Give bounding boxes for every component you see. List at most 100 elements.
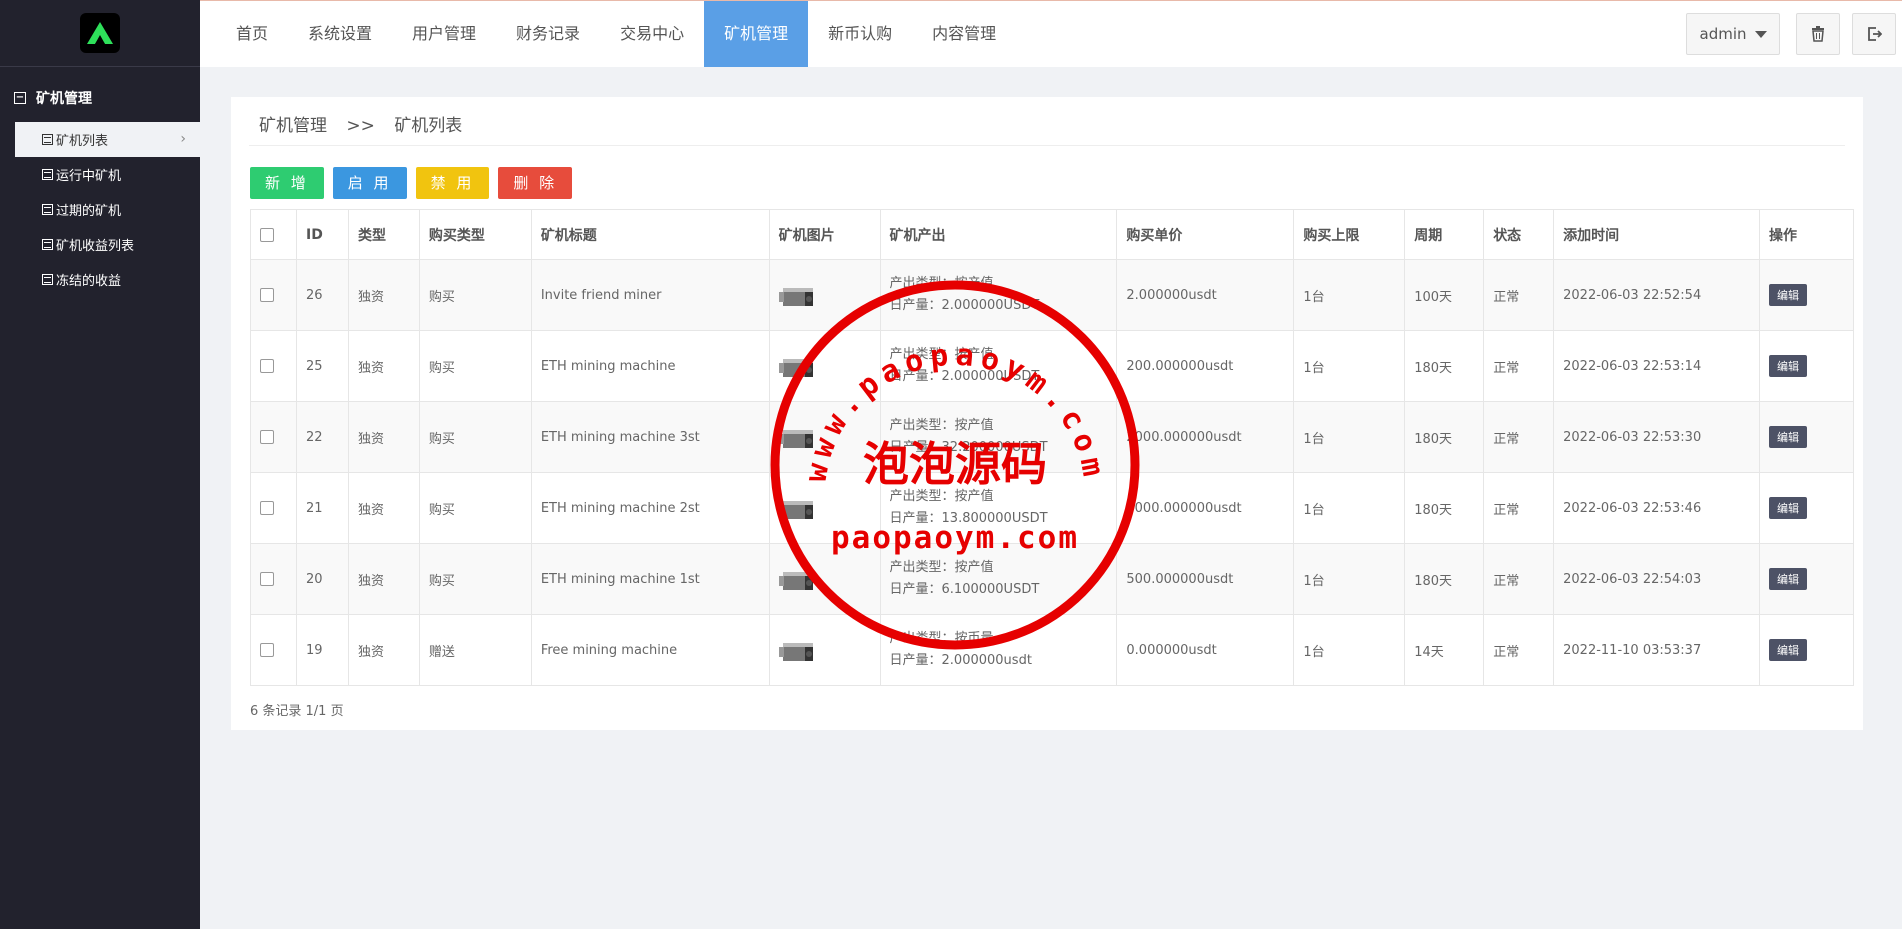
miner-thumbnail[interactable] xyxy=(778,353,815,379)
cell-title: Invite friend miner xyxy=(530,259,770,331)
sidebar-item-expired-miners[interactable]: 过期的矿机 xyxy=(0,192,200,227)
edit-button[interactable]: 编辑 xyxy=(1768,639,1807,661)
cell-status: 正常 xyxy=(1483,330,1555,402)
sidebar-item-frozen-earnings[interactable]: 冻结的收益 xyxy=(0,262,200,297)
cell-period: 100天 xyxy=(1404,259,1485,331)
row-checkbox[interactable] xyxy=(260,430,274,444)
output-type: 产出类型：按产值 xyxy=(889,418,994,433)
top-nav: 首页 系统设置 用户管理 财务记录 交易中心 矿机管理 新币认购 内容管理 xyxy=(200,1,1902,67)
cell-time: 2022-06-03 22:54:03 xyxy=(1553,543,1760,615)
cell-period: 180天 xyxy=(1404,401,1485,473)
cell-time: 2022-06-03 22:52:54 xyxy=(1553,259,1760,331)
cell-price: 1000.000000usdt xyxy=(1116,472,1295,544)
row-select-cell xyxy=(250,472,297,544)
cell-title: Free mining machine xyxy=(530,614,770,686)
cell-period: 180天 xyxy=(1404,330,1485,402)
sidebar-item-label: 过期的矿机 xyxy=(56,204,122,219)
clear-cache-button[interactable] xyxy=(1796,13,1840,55)
caret-down-icon xyxy=(1754,30,1767,38)
cell-price: 2000.000000usdt xyxy=(1116,401,1295,473)
nav-item-new-coin-subscription[interactable]: 新币认购 xyxy=(808,1,912,67)
app-logo[interactable] xyxy=(80,13,120,53)
cell-buy-type: 赠送 xyxy=(418,614,532,686)
sidebar-group-miner-management[interactable]: − 矿机管理 xyxy=(0,82,200,114)
sidebar-item-label: 矿机收益列表 xyxy=(56,239,135,254)
row-checkbox[interactable] xyxy=(260,572,274,586)
column-header: 矿机图片 xyxy=(768,209,881,260)
cell-action: 编辑 xyxy=(1758,472,1855,544)
miner-thumbnail[interactable] xyxy=(778,637,815,663)
list-icon xyxy=(42,204,53,215)
sidebar-item-miner-list[interactable]: 矿机列表 › xyxy=(15,122,200,157)
cell-image xyxy=(768,614,881,686)
column-header: 矿机产出 xyxy=(879,209,1118,260)
nav-item-system-settings[interactable]: 系统设置 xyxy=(288,1,392,67)
edit-button[interactable]: 编辑 xyxy=(1768,568,1807,590)
miner-thumbnail[interactable] xyxy=(778,495,815,521)
chevron-right-icon: › xyxy=(180,131,186,147)
sidebar-item-running-miners[interactable]: 运行中矿机 xyxy=(0,157,200,192)
miner-thumbnail[interactable] xyxy=(778,424,815,450)
column-header[interactable]: ID xyxy=(295,209,349,260)
enable-button[interactable]: 启 用 xyxy=(332,167,407,199)
top-navbar: 首页 系统设置 用户管理 财务记录 交易中心 矿机管理 新币认购 内容管理 ad… xyxy=(200,0,1902,67)
column-header: 类型 xyxy=(347,209,420,260)
column-header: 购买上限 xyxy=(1293,209,1406,260)
cell-title: ETH mining machine 2st xyxy=(530,472,770,544)
row-checkbox[interactable] xyxy=(260,501,274,515)
nav-item-content-management[interactable]: 内容管理 xyxy=(912,1,1016,67)
cell-action: 编辑 xyxy=(1758,401,1855,473)
nav-item-home[interactable]: 首页 xyxy=(216,1,288,67)
row-checkbox[interactable] xyxy=(260,643,274,657)
cell-limit: 1台 xyxy=(1293,472,1406,544)
output-type: 产出类型：按产值 xyxy=(889,276,994,291)
row-checkbox[interactable] xyxy=(260,359,274,373)
edit-button[interactable]: 编辑 xyxy=(1768,355,1807,377)
user-menu-button[interactable]: admin xyxy=(1686,13,1780,55)
daily-output: 日产量：6.100000USDT xyxy=(889,582,1040,597)
cell-status: 正常 xyxy=(1483,401,1555,473)
logout-button[interactable] xyxy=(1852,13,1896,55)
nav-item-finance-records[interactable]: 财务记录 xyxy=(496,1,600,67)
username: admin xyxy=(1699,25,1747,43)
row-checkbox[interactable] xyxy=(260,288,274,302)
breadcrumb-page: 矿机列表 xyxy=(394,116,463,136)
cell-image xyxy=(768,401,881,473)
add-button[interactable]: 新 增 xyxy=(250,167,324,199)
cell-time: 2022-06-03 22:53:30 xyxy=(1553,401,1760,473)
cell-id: 25 xyxy=(295,330,349,402)
daily-output: 日产量：2.000000usdt xyxy=(889,653,1032,668)
nav-item-miner-management[interactable]: 矿机管理 xyxy=(704,1,809,67)
pagination-info: 6 条记录 1/1 页 xyxy=(250,704,344,719)
miner-thumbnail[interactable] xyxy=(778,566,815,592)
cell-title: ETH mining machine 3st xyxy=(530,401,770,473)
daily-output: 日产量：2.000000USDT xyxy=(889,298,1040,313)
cell-type: 独资 xyxy=(347,330,420,402)
cell-limit: 1台 xyxy=(1293,543,1406,615)
nav-item-trading-center[interactable]: 交易中心 xyxy=(600,1,704,67)
delete-button[interactable]: 删 除 xyxy=(498,167,573,199)
column-header: 矿机标题 xyxy=(530,209,770,260)
breadcrumb-section[interactable]: 矿机管理 xyxy=(259,116,327,136)
select-all-checkbox[interactable] xyxy=(260,227,274,242)
edit-button[interactable]: 编辑 xyxy=(1768,426,1807,448)
edit-button[interactable]: 编辑 xyxy=(1768,284,1807,306)
edit-button[interactable]: 编辑 xyxy=(1768,497,1807,519)
cell-output: 产出类型：按币量 日产量：2.000000usdt xyxy=(879,614,1118,686)
sidebar-item-miner-earnings[interactable]: 矿机收益列表 xyxy=(0,227,200,262)
nav-item-user-management[interactable]: 用户管理 xyxy=(392,1,496,67)
cell-status: 正常 xyxy=(1483,259,1555,331)
sidebar: − 矿机管理 矿机列表 › 运行中矿机 过期的矿机 矿机收益列表 冻结的收益 xyxy=(0,0,200,929)
content-panel: 矿机管理 >> 矿机列表 新 增 启 用 禁 用 删 除 ID 类型 购买类型 … xyxy=(231,97,1863,730)
miner-thumbnail[interactable] xyxy=(778,282,815,308)
cell-image xyxy=(768,543,881,615)
cell-time: 2022-11-10 03:53:37 xyxy=(1553,614,1760,686)
column-header: 操作 xyxy=(1758,209,1855,260)
cell-price: 0.000000usdt xyxy=(1116,614,1295,686)
cell-limit: 1台 xyxy=(1293,330,1406,402)
daily-output: 日产量：32.200000USDT xyxy=(889,440,1048,455)
cell-limit: 1台 xyxy=(1293,259,1406,331)
cell-image xyxy=(768,259,881,331)
cell-period: 180天 xyxy=(1404,543,1485,615)
disable-button[interactable]: 禁 用 xyxy=(415,167,490,199)
